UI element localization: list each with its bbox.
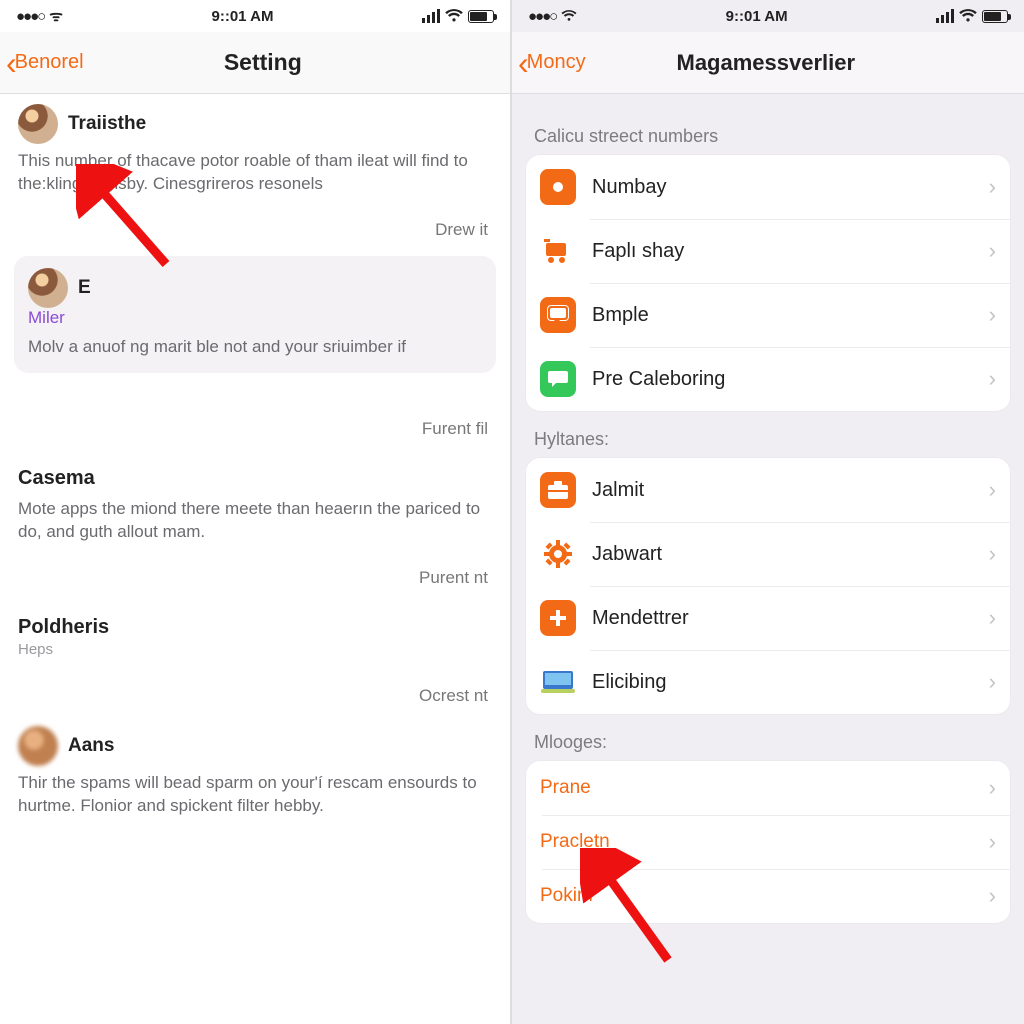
chevron-right-icon: › <box>989 669 996 695</box>
section-title: Poldheris <box>18 616 492 639</box>
row-label: Pokim <box>540 885 989 907</box>
row-label: Faplı shay <box>592 240 989 263</box>
post-body: This number of thacave potor roable of t… <box>18 150 492 196</box>
row-prane[interactable]: Prane › <box>526 761 1010 815</box>
section-subtitle: Heps <box>18 641 492 658</box>
nav-header: ‹ Moncy Magamessverlier <box>512 32 1024 94</box>
row-jalmit[interactable]: Jalmit › <box>526 458 1010 522</box>
page-title: Magamessverlier <box>516 50 1016 76</box>
list-group: Numbay › Faplı shay › Bmple › <box>526 155 1010 411</box>
row-mendettrer[interactable]: Mendettrer › <box>526 586 1010 650</box>
row-label: Pracletn <box>540 831 989 853</box>
avatar <box>28 268 68 308</box>
section-poldheris[interactable]: Poldheris Heps <box>0 598 510 660</box>
status-bar: ●●●○ 9::01 AM <box>512 0 1024 32</box>
chevron-right-icon: › <box>989 541 996 567</box>
group-label: Mlooges: <box>512 714 1024 761</box>
list-group: Jalmit › Jabwart › Mendettrer › <box>526 458 1010 714</box>
chevron-right-icon: › <box>989 366 996 392</box>
chevron-right-icon: › <box>989 829 996 855</box>
chevron-right-icon: › <box>989 174 996 200</box>
briefcase-icon <box>540 472 576 508</box>
card-tag: Miler <box>28 308 482 328</box>
page-title: Setting <box>24 49 502 76</box>
card-username: E <box>78 277 91 299</box>
row-label: Mendettrer <box>592 607 989 630</box>
battery-icon <box>468 10 494 23</box>
row-label: Jalmit <box>592 479 989 502</box>
plus-circle-icon <box>540 600 576 636</box>
row-pracletn[interactable]: Pracletn › <box>526 815 1010 869</box>
gear-icon <box>540 536 576 572</box>
carrier-dots: ●●●○ <box>16 8 44 25</box>
post-item[interactable]: Traiisthe This number of thacave potor r… <box>0 94 510 202</box>
row-label: Bmple <box>592 304 989 327</box>
carrier-dots: ●●●○ <box>528 8 556 25</box>
post-item[interactable]: Aans Thir the spams will bead sparm on y… <box>0 716 510 824</box>
row-label: Elicibing <box>592 671 989 694</box>
avatar <box>18 726 58 766</box>
group-label: Calicu streect numbers <box>512 108 1024 155</box>
nav-header: ‹ Benorel Setting <box>0 32 510 94</box>
wifi-icon <box>445 9 463 23</box>
left-phone-pane: ●●●○ ᯤ 9::01 AM ‹ Benorel Setting Traiis… <box>0 0 512 1024</box>
post-meta: Drew it <box>0 202 510 250</box>
chevron-right-icon: › <box>989 238 996 264</box>
row-numbay[interactable]: Numbay › <box>526 155 1010 219</box>
wifi-icon <box>959 9 977 23</box>
chat-icon <box>540 297 576 333</box>
row-faplushay[interactable]: Faplı shay › <box>526 219 1010 283</box>
signal-icon <box>936 9 954 23</box>
chevron-right-icon: › <box>989 302 996 328</box>
status-time: 9::01 AM <box>726 8 788 25</box>
list-group: Prane › Pracletn › Pokim › <box>526 761 1010 923</box>
chevron-right-icon: › <box>989 775 996 801</box>
meta-label: Purent nt <box>0 550 510 598</box>
row-label: Pre Caleboring <box>592 368 989 391</box>
chevron-right-icon: › <box>989 477 996 503</box>
row-precaleboring[interactable]: Pre Caleboring › <box>526 347 1010 411</box>
left-content[interactable]: Traiisthe This number of thacave potor r… <box>0 94 510 1024</box>
meta-label: Furent fil <box>0 379 510 449</box>
highlighted-card[interactable]: E Miler Molv a anuof ng marit ble not an… <box>14 256 496 373</box>
row-label: Numbay <box>592 176 989 199</box>
chevron-right-icon: › <box>989 883 996 909</box>
status-time: 9::01 AM <box>211 8 273 25</box>
row-elicibing[interactable]: Elicibing › <box>526 650 1010 714</box>
row-pokim[interactable]: Pokim › <box>526 869 1010 923</box>
section-casema[interactable]: Casema <box>0 449 510 492</box>
chevron-right-icon: › <box>989 605 996 631</box>
square-dot-icon <box>540 169 576 205</box>
signal-icon <box>422 9 440 23</box>
section-title: Casema <box>18 467 492 490</box>
wifi-icon <box>561 10 577 22</box>
cart-icon <box>540 233 576 269</box>
row-bmple[interactable]: Bmple › <box>526 283 1010 347</box>
right-content[interactable]: Calicu streect numbers Numbay › Faplı sh… <box>512 94 1024 1024</box>
post-username: Aans <box>68 735 114 757</box>
avatar <box>18 104 58 144</box>
status-bar: ●●●○ ᯤ 9::01 AM <box>0 0 510 32</box>
row-jabwart[interactable]: Jabwart › <box>526 522 1010 586</box>
post-username: Traiisthe <box>68 113 146 135</box>
battery-icon <box>982 10 1008 23</box>
group-label: Hyltanes: <box>512 411 1024 458</box>
meta-label: Ocrest nt <box>0 660 510 716</box>
right-phone-pane: ●●●○ 9::01 AM ‹ Moncy Magamessverlier Ca… <box>512 0 1024 1024</box>
row-label: Jabwart <box>592 543 989 566</box>
screen-icon <box>540 664 576 700</box>
row-label: Prane <box>540 777 989 799</box>
carrier-symbol: ᯤ <box>49 6 63 26</box>
message-icon <box>540 361 576 397</box>
section-body: Mote apps the miond there meete than hea… <box>18 498 492 544</box>
post-body: Thir the spams will bead sparm on your'í… <box>18 772 492 818</box>
card-body: Molv a anuof ng marit ble not and your s… <box>28 336 482 359</box>
